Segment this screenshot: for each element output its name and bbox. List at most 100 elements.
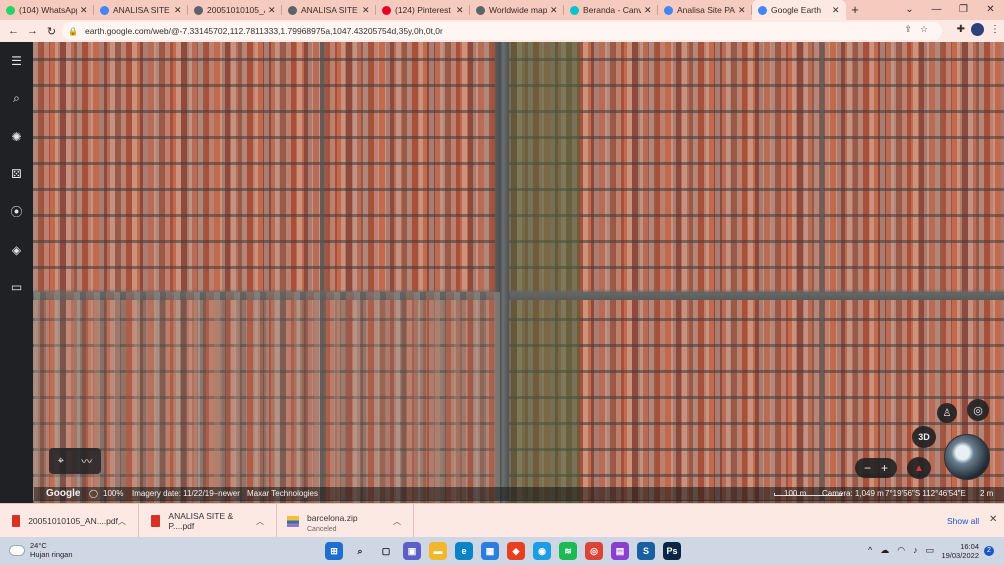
- imagery-date: Imagery date: 11/22/19–newer: [132, 489, 240, 498]
- path-icon[interactable]: 〰: [81, 453, 92, 469]
- clock[interactable]: 16:04 19/03/2022: [941, 542, 979, 560]
- download-name: ANALISA SITE & P....pdf: [168, 511, 234, 531]
- zoom-out-button[interactable]: −: [864, 461, 871, 475]
- whatsapp-icon: [6, 5, 15, 15]
- download-item[interactable]: 20051010105_AN....pdf ︿: [0, 504, 139, 538]
- browser-toolbar: ← → ↻ 🔒 earth.google.com/web/@-7.3314570…: [0, 20, 1004, 42]
- url-text[interactable]: earth.google.com/web/@-7.33145702,112.78…: [85, 26, 443, 36]
- close-icon[interactable]: ✕: [989, 514, 997, 525]
- forward-button[interactable]: →: [23, 25, 42, 37]
- camera-altitude: Camera: 1,049 m: [822, 489, 884, 498]
- extensions-icon[interactable]: ✚: [957, 24, 965, 35]
- browser-tab[interactable]: ANALISA SITE & F✕: [282, 0, 376, 20]
- compass-icon[interactable]: ▲: [907, 457, 931, 479]
- onedrive-icon[interactable]: ☁: [880, 545, 889, 556]
- search-icon[interactable]: ⌕: [351, 542, 369, 560]
- browser-tab[interactable]: (124) Pinterest ✕: [376, 0, 470, 20]
- teams-icon[interactable]: ▣: [403, 542, 421, 560]
- elevation: 2 m: [980, 489, 994, 498]
- browser-tab[interactable]: (104) WhatsApp ✕: [0, 0, 94, 20]
- tab-close-icon[interactable]: ✕: [174, 5, 182, 16]
- minimize-button[interactable]: —: [923, 0, 950, 20]
- sketchup-icon[interactable]: S: [637, 542, 655, 560]
- start-icon[interactable]: ⊞: [325, 542, 343, 560]
- browser-icon[interactable]: ◉: [533, 542, 551, 560]
- feeling-lucky-icon[interactable]: ⚄: [6, 163, 27, 184]
- globe-minimap[interactable]: [944, 434, 990, 480]
- search-icon[interactable]: ⌕: [6, 88, 27, 109]
- screen: { "browser": { "tabs": [ {"title": "(104…: [0, 0, 1004, 565]
- chevron-up-icon[interactable]: ^: [868, 545, 872, 556]
- close-window-button[interactable]: ✕: [977, 0, 1004, 20]
- show-all-link[interactable]: Show all: [947, 516, 979, 526]
- spotify-icon[interactable]: ≋: [559, 542, 577, 560]
- media-icon[interactable]: ▤: [611, 542, 629, 560]
- tab-close-icon[interactable]: ✕: [550, 5, 558, 16]
- edge-icon[interactable]: e: [455, 542, 473, 560]
- download-name: barcelona.zip: [307, 512, 358, 523]
- tab-close-icon[interactable]: ✕: [362, 5, 370, 16]
- tab-close-icon[interactable]: ✕: [456, 5, 464, 16]
- menu-icon[interactable]: ☰: [6, 50, 27, 71]
- avatar[interactable]: [971, 23, 984, 36]
- tab-close-icon[interactable]: ✕: [268, 5, 276, 16]
- wifi-icon[interactable]: ◠: [897, 545, 905, 556]
- battery-icon[interactable]: ▭: [926, 545, 935, 556]
- left-toolbar: ☰ ⌕ ✺ ⚄ ⦿ ◈ ▭: [0, 42, 33, 503]
- download-item[interactable]: ANALISA SITE & P....pdf ︿: [139, 504, 277, 538]
- map-style-icon[interactable]: ◈: [6, 239, 27, 260]
- chevron-up-icon[interactable]: ︿: [256, 516, 264, 527]
- address-bar[interactable]: 🔒 earth.google.com/web/@-7.33145702,112.…: [62, 22, 942, 40]
- office-icon[interactable]: ◆: [507, 542, 525, 560]
- volume-icon[interactable]: ♪: [913, 545, 918, 556]
- browser-tab[interactable]: Analisa Site PA4 ✕: [658, 0, 752, 20]
- new-tab-button[interactable]: +: [846, 0, 864, 20]
- tab-title: (124) Pinterest: [395, 5, 451, 15]
- photoshop-icon[interactable]: Ps: [663, 542, 681, 560]
- 3d-toggle-button[interactable]: 3D: [912, 426, 936, 448]
- browser-tab[interactable]: Beranda - Canva ✕: [564, 0, 658, 20]
- pdf-icon: [12, 515, 21, 527]
- tab-close-icon[interactable]: ✕: [644, 5, 652, 16]
- browser-tab[interactable]: Google Earth ✕: [752, 0, 846, 20]
- chevron-up-icon[interactable]: ︿: [118, 516, 126, 527]
- tab-search-icon[interactable]: ⌄: [896, 0, 923, 20]
- measure-icon[interactable]: ▭: [6, 276, 27, 297]
- satellite-map[interactable]: [0, 42, 1004, 503]
- canva-icon: [570, 5, 579, 15]
- tab-title: Google Earth: [771, 5, 822, 15]
- chrome-page-icon: [100, 5, 109, 15]
- browser-tab[interactable]: ANALISA SITE - 4✕: [94, 0, 188, 20]
- reload-button[interactable]: ↻: [42, 25, 61, 38]
- tab-title: 20051010105_AN: [207, 5, 265, 15]
- back-button[interactable]: ←: [4, 25, 23, 37]
- more-menu-icon[interactable]: ⋮: [990, 24, 1000, 35]
- file-explorer-icon[interactable]: ▬: [429, 542, 447, 560]
- lock-icon[interactable]: 🔒: [68, 27, 78, 36]
- restore-button[interactable]: ❐: [950, 0, 977, 20]
- chevron-up-icon[interactable]: ︿: [393, 516, 401, 527]
- notification-badge[interactable]: 2: [984, 546, 994, 556]
- pinned-apps: ⊞ ⌕ ▢ ▣ ▬ e ▦ ◆ ◉ ≋ ◎ ▤ S Ps: [325, 542, 681, 560]
- download-item[interactable]: barcelona.zip Canceled ︿: [277, 504, 414, 538]
- weather-desc: Hujan ringan: [30, 550, 73, 559]
- projects-icon[interactable]: ⦿: [6, 201, 27, 222]
- zoom-in-button[interactable]: +: [881, 461, 888, 475]
- browser-tab[interactable]: Worldwide map f ✕: [470, 0, 564, 20]
- pinterest-icon: [382, 5, 391, 15]
- browser-tab[interactable]: 20051010105_AN✕: [188, 0, 282, 20]
- pegman-icon[interactable]: ♙: [937, 403, 957, 423]
- weather-widget[interactable]: 24°C Hujan ringan: [10, 541, 73, 559]
- tab-close-icon[interactable]: ✕: [832, 5, 840, 16]
- task-view-icon[interactable]: ▢: [377, 542, 395, 560]
- voyager-icon[interactable]: ✺: [6, 126, 27, 147]
- pdf-icon: [151, 515, 161, 527]
- chrome-icon[interactable]: ◎: [585, 542, 603, 560]
- my-location-icon[interactable]: ◎: [967, 399, 989, 421]
- store-icon[interactable]: ▦: [481, 542, 499, 560]
- tab-close-icon[interactable]: ✕: [738, 5, 746, 16]
- share-bookmark-icons[interactable]: ⇪☆: [904, 24, 936, 35]
- placemark-icon[interactable]: ⌖: [58, 455, 64, 468]
- tab-title: ANALISA SITE - 4: [113, 5, 171, 15]
- tab-close-icon[interactable]: ✕: [80, 5, 88, 16]
